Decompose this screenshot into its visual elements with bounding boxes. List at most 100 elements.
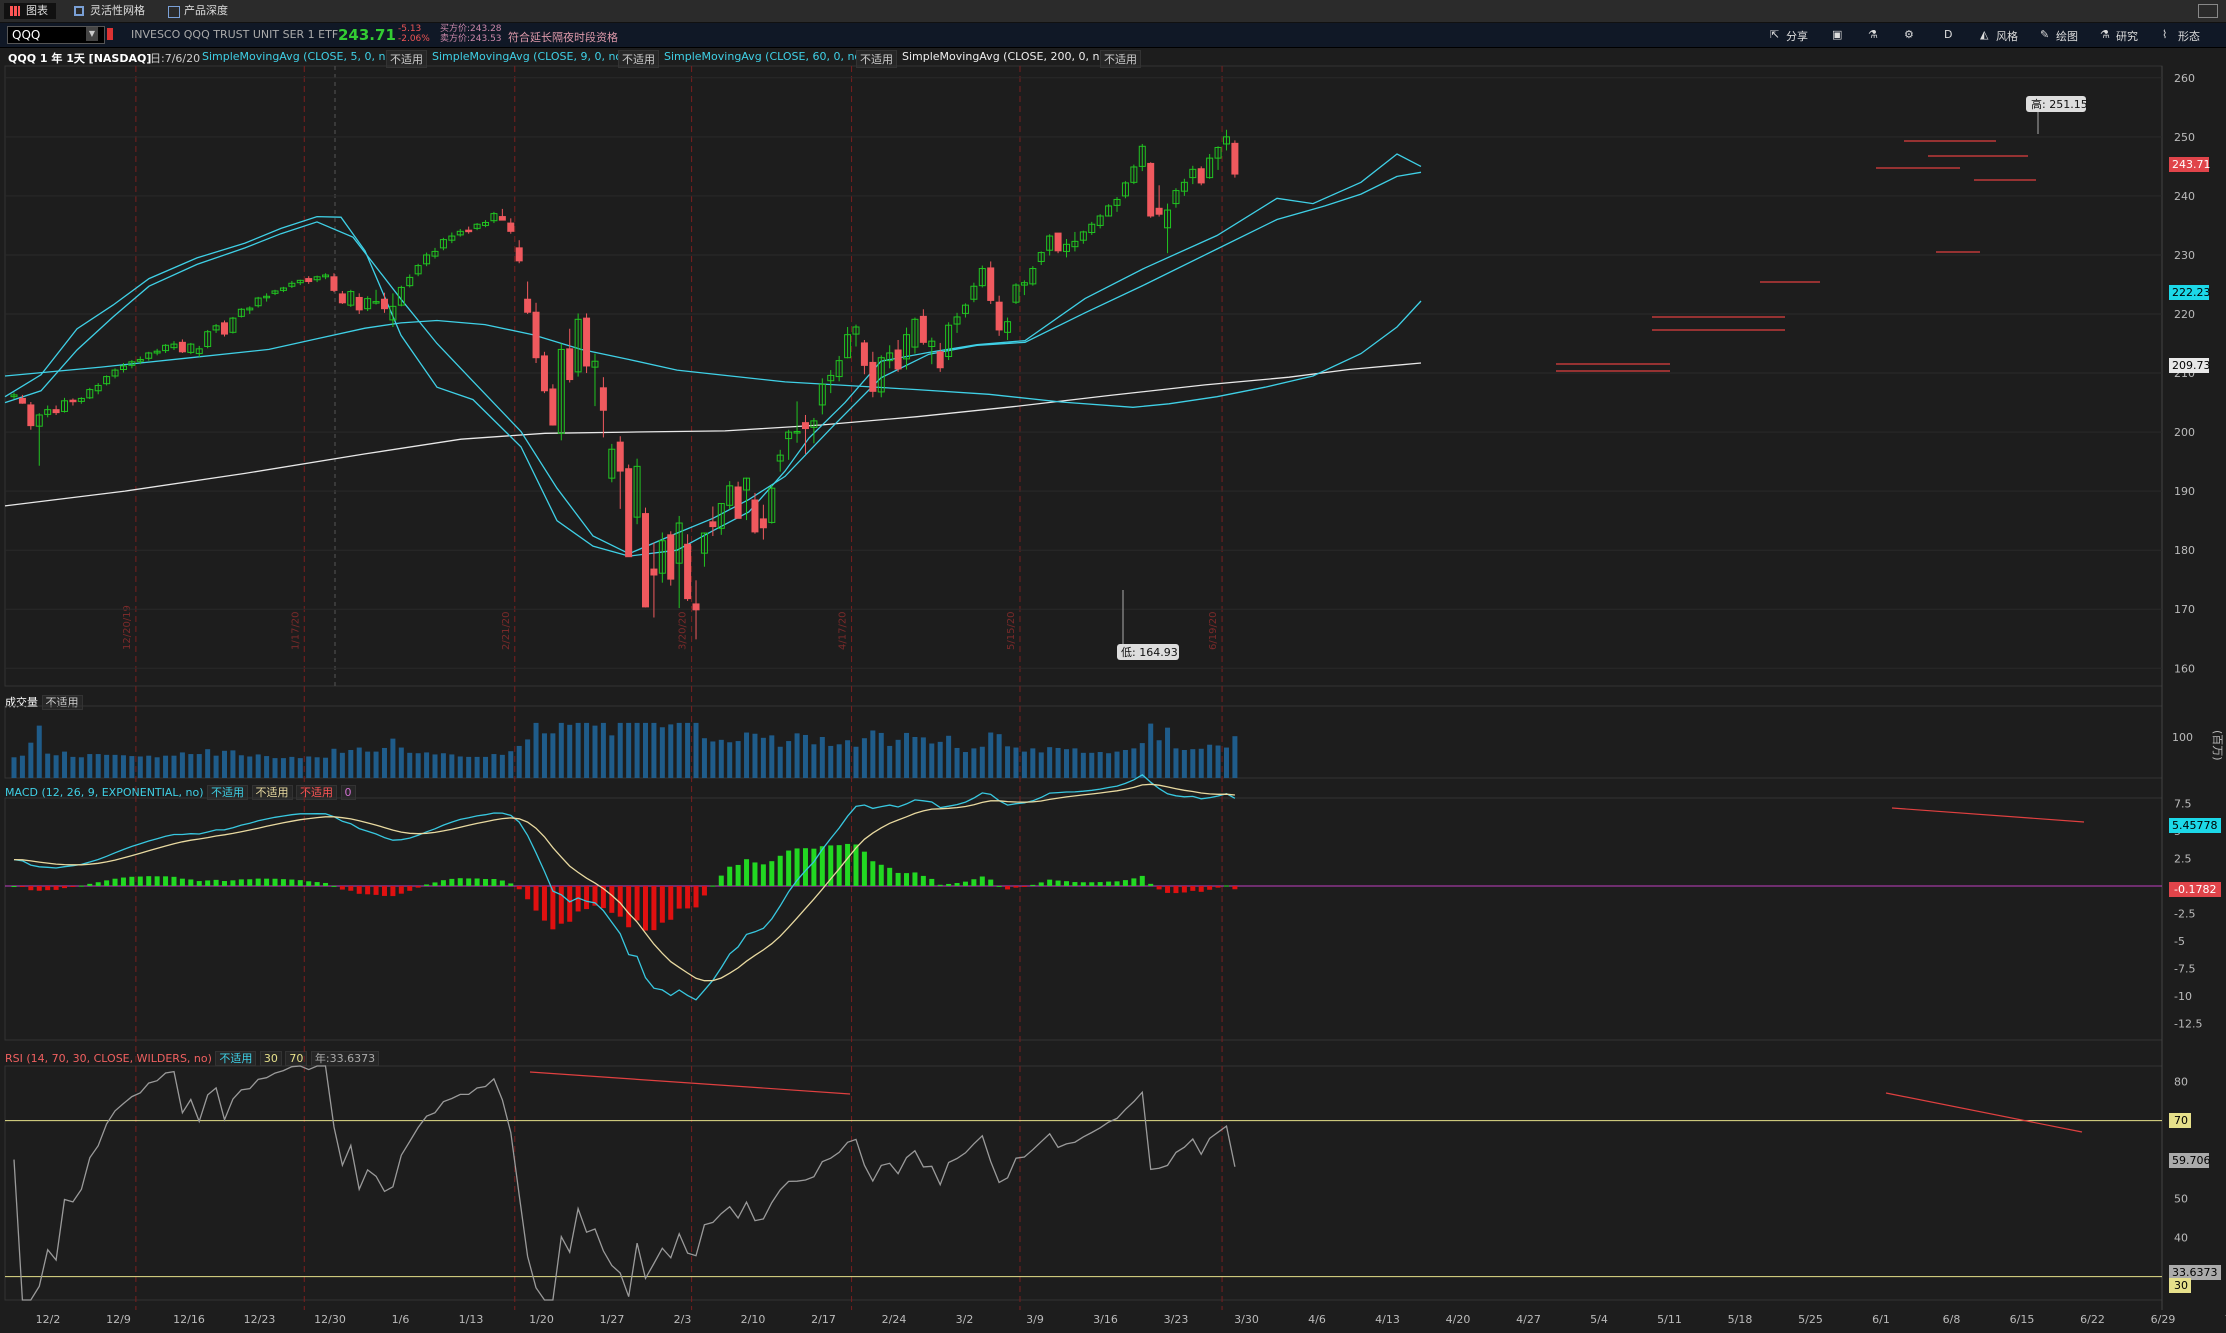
candle-body [650,568,658,576]
volume-bar [828,745,834,778]
volume-bar [541,733,547,778]
macd-histogram-bar [1190,886,1196,891]
candle-body [692,603,700,611]
volume-bar [845,740,851,778]
volume-bar [36,725,42,778]
volume-bar [643,722,648,778]
volume-bar [760,737,766,778]
volume-100-label: 100 [2172,731,2193,744]
volume-panel[interactable] [11,722,1238,778]
macd-histogram-bar [1148,883,1154,886]
candle-body [1155,207,1163,215]
macd-histogram-bar [398,886,404,894]
candle-body [27,404,35,427]
macd-histogram-bar [878,864,884,886]
macd-histogram-bar [643,886,648,931]
candle-body [465,229,473,233]
macd-histogram-bar [904,873,910,886]
candle-body [566,348,574,381]
macd-histogram-bar [651,886,657,931]
rsi-divergence-line-1 [529,1071,851,1095]
volume-bar [222,750,227,778]
volume-bar [1232,736,1238,778]
volume-bar [179,752,185,778]
macd-histogram-bar [988,879,994,886]
volume-bar [53,755,59,778]
candle-body [380,298,388,310]
x-tick-label: 12/9 [106,1313,131,1326]
macd-histogram-bar [912,872,918,886]
macd-histogram-bar [104,880,110,886]
candle-body [734,486,742,519]
macd-histogram-bar [440,880,446,886]
date-divider-label: 1/17/20 [290,611,301,650]
volume-bar [1021,751,1027,778]
sma200-marker: 209.73 [2172,359,2211,372]
candle-body [987,267,995,301]
x-tick-label: 3/2 [956,1313,974,1326]
macd-histogram-bar [1106,881,1112,886]
candle-body [936,351,944,369]
price-tick-label: 230 [2174,249,2195,262]
candle-body [1147,162,1155,217]
macd-panel[interactable] [5,773,2162,1001]
x-tick-label: 2/10 [741,1313,766,1326]
macd-histogram-bar [432,882,438,886]
macd-histogram-bar [1156,886,1162,890]
chart-area[interactable]: 12/20/19 1/17/20 2/21/20 3/20/20 4/17/20 5/15… [0,0,2226,1333]
macd-value-line [13,773,1236,1001]
volume-bar [525,739,531,778]
rsi-panel[interactable] [5,1065,2162,1301]
candle-body [801,422,809,430]
volume-bar [794,733,800,778]
volume-bar [1215,745,1221,778]
price-tick-label: 260 [2174,72,2195,85]
macd-histogram-bar [297,880,303,886]
volume-bar [120,755,126,778]
macd-histogram-bar [188,879,194,886]
candle-body [625,468,633,558]
volume-bar [929,743,935,778]
volume-bar [676,722,682,778]
macd-histogram-bar [424,884,430,886]
macd-histogram-bar [390,886,396,897]
macd-histogram-bar [946,883,952,886]
volume-bar [1148,723,1154,778]
volume-bar [954,747,960,778]
volume-bar [651,722,657,778]
volume-bar [407,752,413,778]
volume-bar [499,754,505,778]
price-panel[interactable] [4,107,2039,644]
macd-histogram-bar [1097,882,1103,886]
macd-histogram-bar [845,843,851,886]
macd-histogram-bar [929,878,935,886]
macd-tick-label: -10 [2174,990,2192,1003]
macd-histogram-bar [1223,885,1229,887]
x-tick-label: 6/29 [2151,1313,2176,1326]
candle-body [69,399,77,403]
volume-bar [373,751,379,778]
macd-histogram-bar [693,886,699,908]
volume-bar [1047,747,1053,778]
macd-diff-marker: -0.1782 [2174,883,2216,896]
macd-histogram-bar [87,883,93,886]
volume-bar [45,753,51,778]
macd-histogram-bar [280,879,286,886]
volume-bar [466,756,472,778]
volume-bar [558,722,564,778]
macd-histogram-bar [861,851,867,886]
volume-bar [280,758,286,778]
macd-frame [4,797,2163,1041]
volume-bar [356,747,362,778]
rsi-frame [4,1065,2163,1301]
rsi-tick-label: 50 [2174,1193,2188,1206]
macd-histogram-bar [895,872,901,886]
volume-bar [205,749,211,778]
candle-body [860,342,868,366]
macd-histogram-bar [1030,884,1036,886]
x-tick-label: 6/8 [1943,1313,1961,1326]
sma60-line [4,300,1422,408]
volume-bar [996,734,1002,778]
macd-histogram-bar [626,886,632,928]
volume-bar [247,756,253,778]
